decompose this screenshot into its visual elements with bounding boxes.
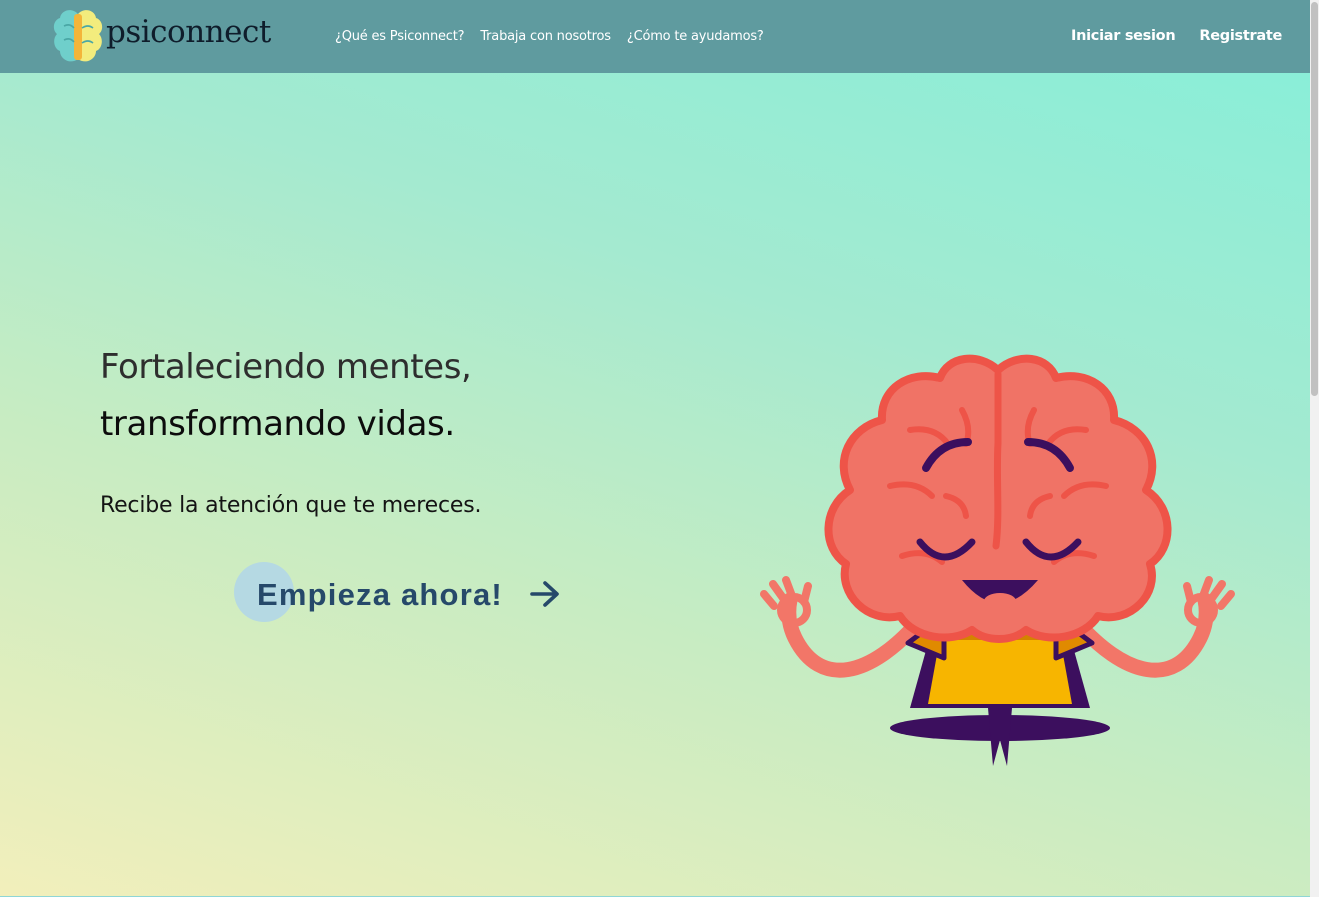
logo-link[interactable]: psiconnect [52, 8, 272, 66]
start-now-button[interactable]: Empieza ahora! [234, 561, 574, 623]
main-nav: ¿Qué es Psiconnect? Trabaja con nosotros… [335, 29, 764, 44]
top-navbar: psiconnect ¿Qué es Psiconnect? Trabaja c… [0, 0, 1310, 73]
login-link[interactable]: Iniciar sesion [1071, 28, 1176, 44]
nav-link-como-ayudamos[interactable]: ¿Cómo te ayudamos? [627, 29, 764, 44]
arrow-right-icon [530, 581, 559, 607]
logo-text: psiconnect [106, 14, 271, 50]
hero-subtitle: Recibe la atención que te mereces. [100, 493, 482, 518]
nav-link-que-es[interactable]: ¿Qué es Psiconnect? [335, 29, 465, 44]
cta-label: Empieza ahora! [257, 577, 503, 612]
auth-links: Iniciar sesion Registrate [1071, 28, 1282, 44]
hero-headline-line2: transformando vidas. [100, 404, 455, 444]
page-scrollbar-thumb[interactable] [1311, 2, 1318, 396]
hero-section: Fortaleciendo mentes, transformando vida… [0, 73, 1310, 897]
nav-link-trabaja[interactable]: Trabaja con nosotros [480, 29, 611, 44]
hero-headline-line1: Fortaleciendo mentes, [100, 347, 472, 387]
meditating-brain-illustration [760, 354, 1235, 766]
register-link[interactable]: Registrate [1199, 28, 1282, 44]
brain-logo-icon [53, 10, 103, 62]
